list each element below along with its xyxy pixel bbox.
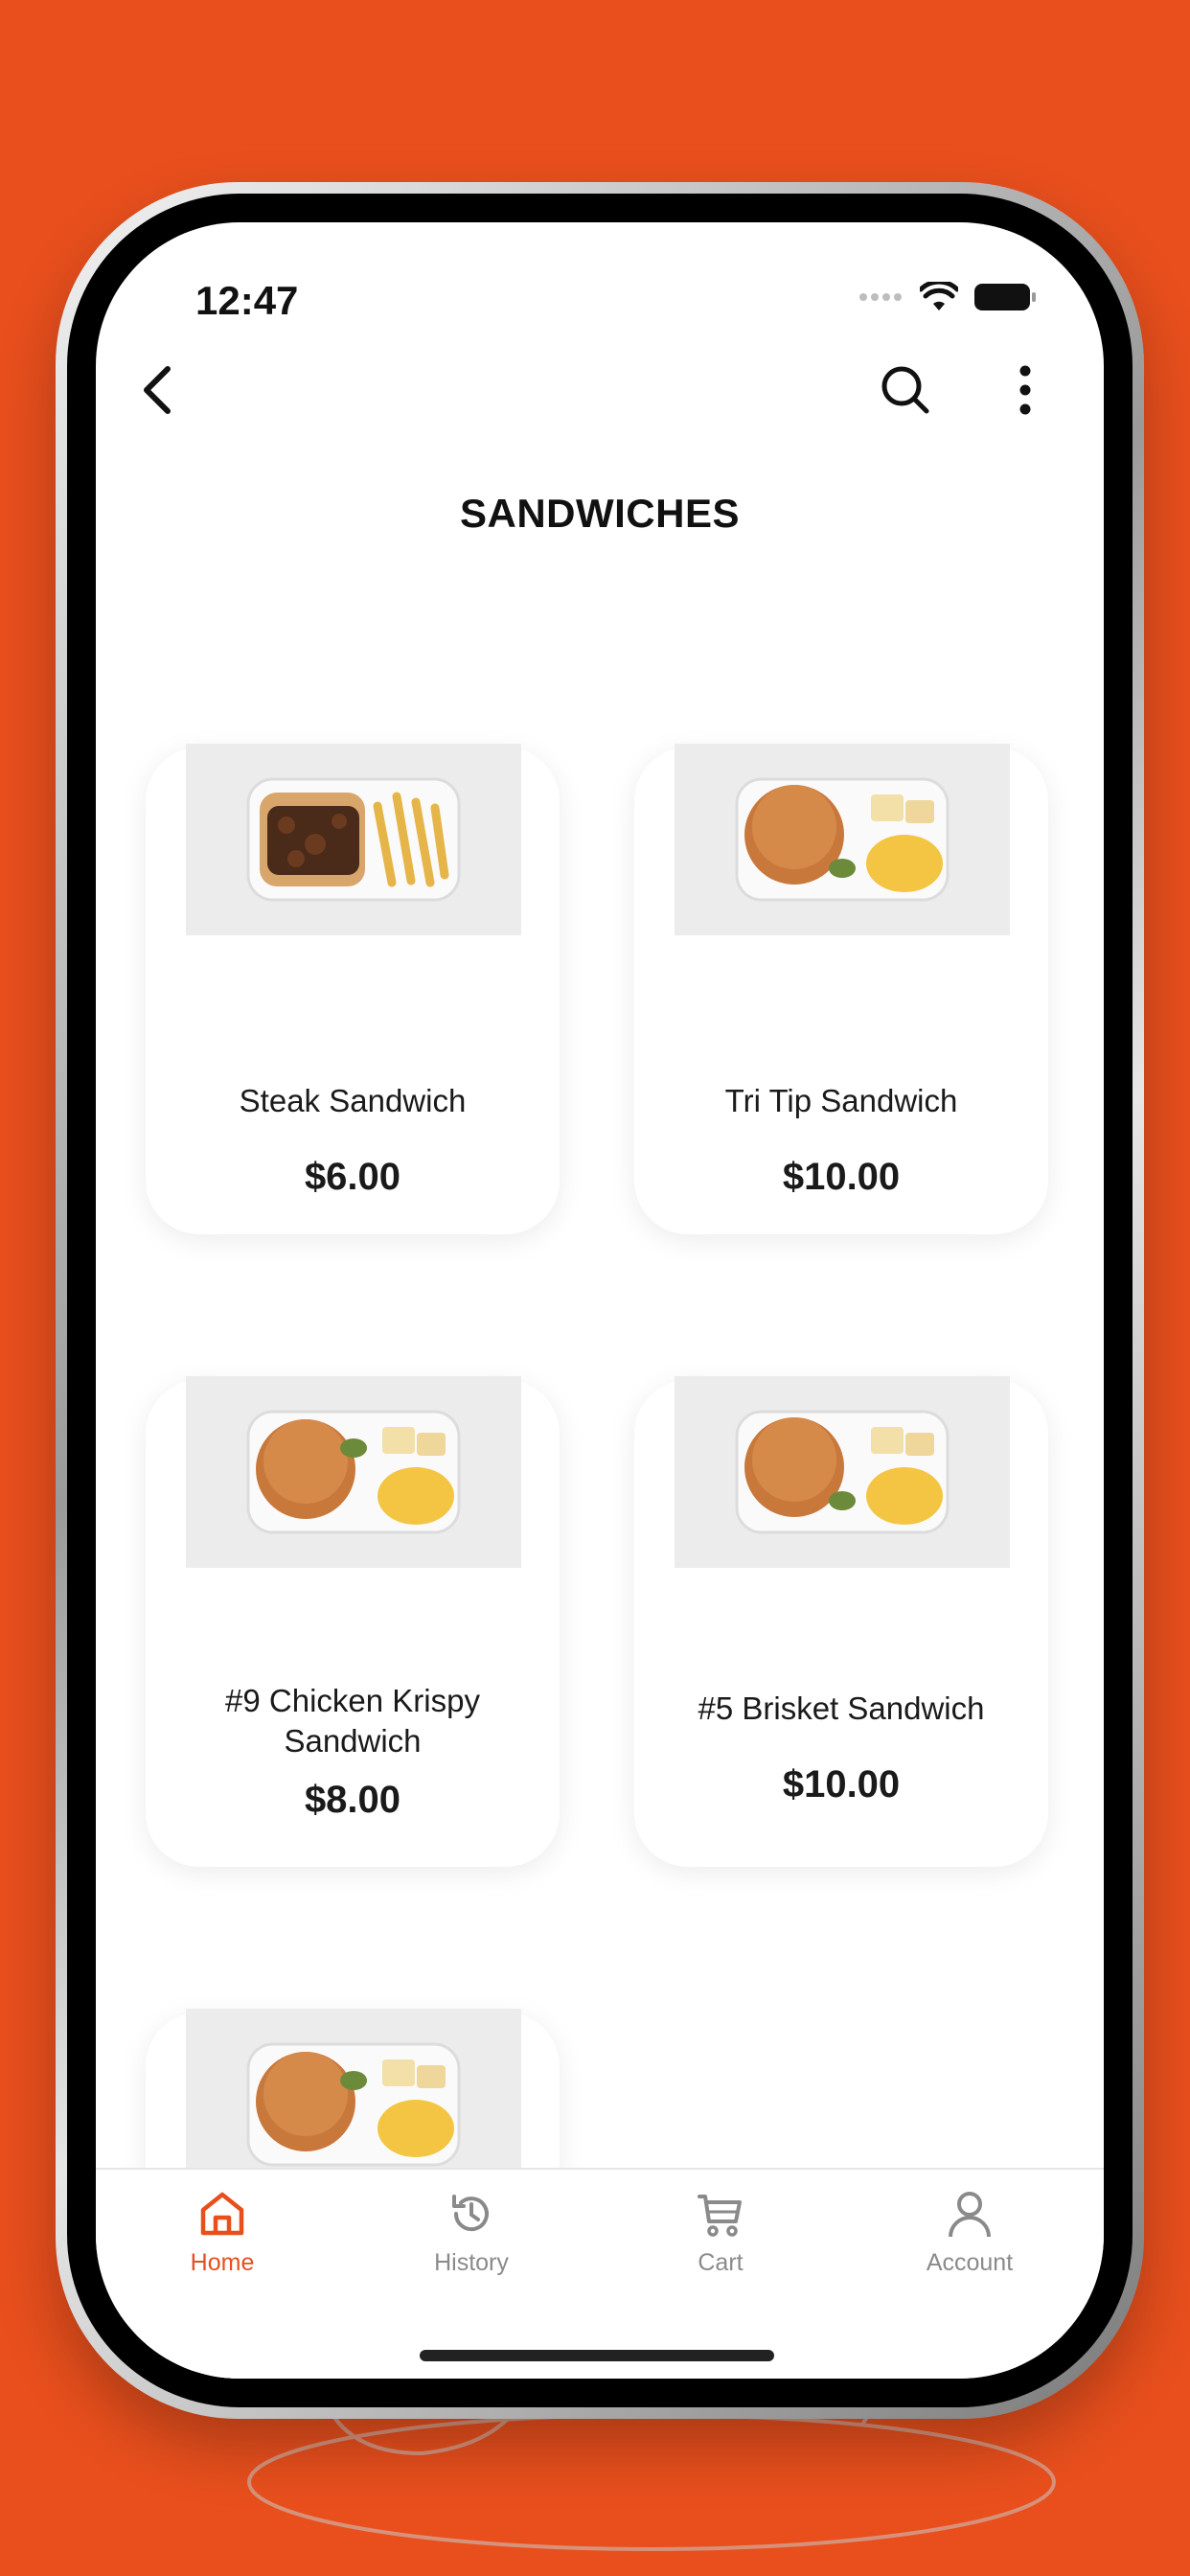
product-image — [675, 744, 1010, 935]
cart-icon — [698, 2195, 742, 2237]
product-name: #5 Brisket Sandwich — [698, 1690, 985, 1726]
product-image — [186, 1376, 521, 1568]
product-card[interactable]: Tri Tip Sandwich $10.00 — [634, 744, 1048, 1234]
product-price: $10.00 — [782, 1156, 901, 1198]
nav-home-label: Home — [190, 2249, 255, 2276]
product-card[interactable]: #5 Brisket Sandwich $10.00 — [634, 1376, 1048, 1867]
burger-plate-photo — [246, 1410, 461, 1534]
product-image — [186, 744, 521, 935]
status-time: 12:47 — [195, 278, 299, 323]
history-icon — [452, 2195, 489, 2232]
signal-icon — [859, 293, 902, 301]
product-image — [675, 1376, 1010, 1568]
product-name: Steak Sandwich — [239, 1083, 467, 1118]
search-button[interactable] — [862, 347, 949, 433]
home-icon — [200, 2192, 244, 2236]
nav-cart-label: Cart — [698, 2249, 744, 2276]
steak-sandwich-photo — [246, 777, 461, 902]
product-name: #9 Chicken Krispy Sandwich — [225, 1683, 480, 1759]
nav-home[interactable]: Home — [126, 2189, 318, 2277]
status-icons — [858, 282, 1037, 312]
more-vertical-icon — [1019, 365, 1031, 415]
product-card[interactable]: #9 Chicken Krispy Sandwich $8.00 — [146, 1376, 560, 1867]
account-icon — [949, 2192, 991, 2238]
product-price: $6.00 — [304, 1156, 401, 1198]
wifi-icon — [920, 282, 958, 310]
nav-history[interactable]: History — [376, 2189, 567, 2277]
more-options-button[interactable] — [987, 347, 1064, 433]
product-card[interactable]: Steak Sandwich $6.00 — [146, 744, 560, 1234]
phone-frame: 12:47 SANDWICHES Steak Sandwich $6.00 Tr… — [56, 182, 1144, 2419]
battery-icon — [974, 284, 1036, 310]
nav-account-label: Account — [926, 2249, 1014, 2276]
back-button[interactable] — [115, 347, 201, 433]
app-screen: 12:47 SANDWICHES Steak Sandwich $6.00 Tr… — [96, 222, 1104, 2379]
nav-cart[interactable]: Cart — [625, 2189, 816, 2277]
home-indicator[interactable] — [420, 2350, 774, 2361]
bottom-navigation: Home History Cart Account — [96, 2168, 1104, 2379]
burger-plate-photo — [735, 777, 950, 902]
burger-plate-photo — [735, 1410, 950, 1534]
product-price: $8.00 — [304, 1779, 401, 1821]
search-icon — [881, 366, 929, 414]
nav-account[interactable]: Account — [874, 2189, 1065, 2277]
burger-plate-photo — [246, 2042, 461, 2167]
page-title: SANDWICHES — [459, 491, 740, 536]
nav-history-label: History — [434, 2249, 509, 2276]
back-arrow-icon — [144, 366, 171, 414]
product-price: $10.00 — [782, 1763, 901, 1806]
product-name: Tri Tip Sandwich — [724, 1083, 958, 1118]
